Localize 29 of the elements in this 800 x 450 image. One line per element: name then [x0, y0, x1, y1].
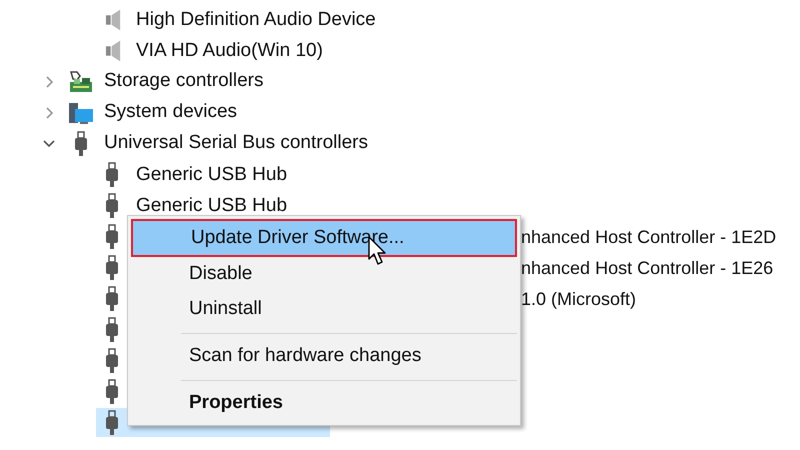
usb-plug-icon	[74, 130, 88, 156]
menu-item[interactable]: Update Driver Software...	[131, 219, 517, 257]
menu-item[interactable]: Disable	[131, 257, 517, 292]
tree-item-label[interactable]: High Definition Audio Device	[136, 10, 376, 30]
tree-item-label[interactable]: Generic USB Hub	[136, 196, 288, 216]
tree-item-label[interactable]: nhanced Host Controller - 1E2D	[521, 226, 776, 246]
tree-item-label[interactable]: VIA HD Audio(Win 10)	[136, 40, 323, 60]
tree-item-label[interactable]: 1.0 (Microsoft)	[521, 288, 636, 308]
usb-plug-icon	[105, 348, 119, 374]
tree-item-label[interactable]: Universal Serial Bus controllers	[104, 129, 368, 158]
speaker-icon	[105, 8, 122, 32]
usb-plug-icon	[105, 316, 119, 342]
menu-item[interactable]: Properties	[131, 386, 517, 421]
computer-icon	[68, 100, 94, 124]
tree-item-label[interactable]: System devices	[104, 98, 238, 127]
tree-item-label[interactable]: Storage controllers	[104, 67, 264, 96]
speaker-icon	[105, 38, 122, 62]
usb-plug-icon	[105, 378, 119, 404]
menu-item[interactable]: Uninstall	[131, 292, 517, 327]
usb-plug-icon	[105, 162, 119, 188]
tree-item-label[interactable]: Generic USB Hub	[136, 164, 288, 184]
menu-item[interactable]: Scan for hardware changes	[131, 339, 517, 374]
usb-plug-icon	[105, 224, 119, 250]
usb-plug-icon	[105, 192, 119, 218]
storage-controller-icon	[68, 70, 94, 94]
usb-plug-icon	[105, 286, 119, 312]
usb-plug-icon	[105, 410, 119, 436]
usb-plug-icon	[105, 254, 119, 280]
tree-item-label[interactable]: nhanced Host Controller - 1E26	[521, 258, 774, 278]
